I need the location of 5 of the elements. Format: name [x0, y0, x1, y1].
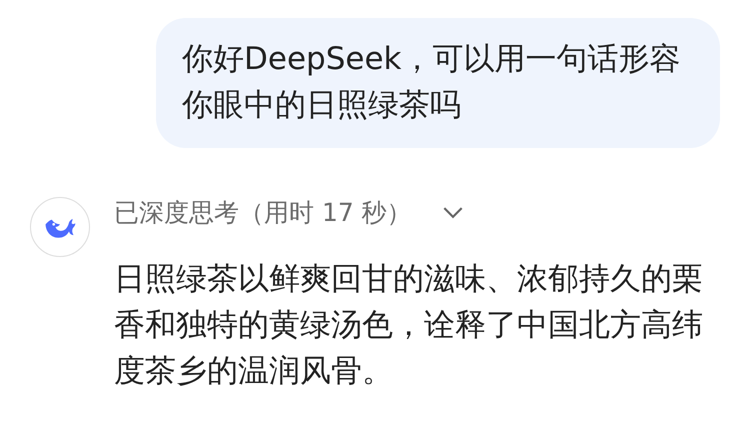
whale-avatar-icon [30, 197, 90, 257]
thinking-status: 已深度思考（用时 17 秒） [114, 196, 412, 228]
chevron-down-icon[interactable] [442, 206, 464, 218]
reply-text: 日照绿茶以鲜爽回甘的滋味、浓郁持久的栗香和独特的黄绿汤色，诠释了中国北方高纬度茶乡的温润风骨。 [114, 260, 704, 391]
user-message: 你好DeepSeek，可以用一句话形容你眼中的日照绿茶吗 [156, 18, 720, 148]
